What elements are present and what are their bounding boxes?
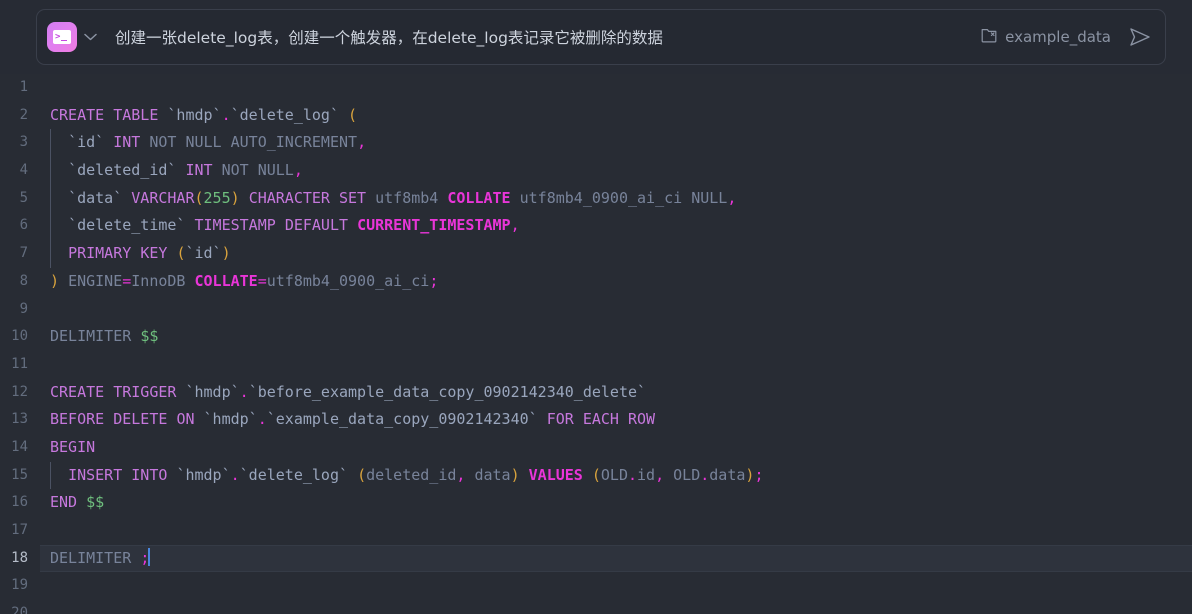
line-number: 19: [11, 577, 28, 594]
agent-selector[interactable]: [47, 22, 101, 52]
code-line[interactable]: CREATE TABLE `hmdp`.`delete_log` (: [40, 102, 1192, 130]
prompt-text[interactable]: 创建一张delete_log表，创建一个触发器，在delete_log表记录它被…: [115, 26, 981, 48]
code-line[interactable]: BEFORE DELETE ON `hmdp`.`example_data_co…: [40, 406, 1192, 434]
code-line[interactable]: END $$: [40, 489, 1192, 517]
prompt-bar: 创建一张delete_log表，创建一个触发器，在delete_log表记录它被…: [0, 0, 1192, 74]
send-button[interactable]: [1127, 24, 1153, 50]
line-number: 8: [19, 272, 28, 289]
code-line[interactable]: `id` INT NOT NULL AUTO_INCREMENT,: [40, 129, 1192, 157]
line-number: 13: [11, 411, 28, 428]
line-number: 10: [11, 328, 28, 345]
line-number: 20: [11, 605, 28, 614]
code-area[interactable]: CREATE TABLE `hmdp`.`delete_log` ( `id` …: [40, 74, 1192, 614]
code-line[interactable]: DELIMITER $$: [40, 323, 1192, 351]
line-number: 11: [11, 355, 28, 372]
code-line[interactable]: CREATE TRIGGER `hmdp`.`before_example_da…: [40, 379, 1192, 407]
table-context-icon: [981, 27, 998, 48]
line-number: 3: [19, 134, 28, 151]
line-number-gutter: 1 2 3 4 5 6 7 8 9 10 11 12 13 14 15 16 17 18 19 20: [0, 74, 40, 614]
code-line[interactable]: [40, 572, 1192, 600]
line-number: 14: [11, 438, 28, 455]
code-line[interactable]: [40, 296, 1192, 324]
context-label: example_data: [1005, 28, 1111, 46]
line-number: 12: [11, 383, 28, 400]
line-number: 9: [19, 300, 28, 317]
prompt-input-box[interactable]: 创建一张delete_log表，创建一个触发器，在delete_log表记录它被…: [36, 9, 1166, 65]
code-line[interactable]: BEGIN: [40, 434, 1192, 462]
code-line[interactable]: [40, 351, 1192, 379]
code-line[interactable]: ) ENGINE=InnoDB COLLATE=utf8mb4_0900_ai_…: [40, 268, 1192, 296]
code-line[interactable]: PRIMARY KEY (`id`): [40, 240, 1192, 268]
code-line[interactable]: `delete_time` TIMESTAMP DEFAULT CURRENT_…: [40, 212, 1192, 240]
line-number: 1: [19, 79, 28, 95]
line-number: 6: [19, 217, 28, 234]
send-icon: [1130, 28, 1150, 46]
code-line[interactable]: DELIMITER ;: [40, 544, 1192, 573]
code-line[interactable]: `deleted_id` INT NOT NULL,: [40, 157, 1192, 185]
line-number: 2: [19, 106, 28, 123]
code-line[interactable]: `data` VARCHAR(255) CHARACTER SET utf8mb…: [40, 184, 1192, 213]
line-number: 17: [11, 522, 28, 538]
chevron-down-icon[interactable]: [79, 26, 101, 48]
line-number: 16: [11, 494, 28, 511]
code-line[interactable]: [40, 74, 1192, 102]
code-line[interactable]: [40, 600, 1192, 614]
line-number: 18: [11, 549, 28, 566]
line-number: 7: [19, 245, 28, 262]
sql-editor[interactable]: 1 2 3 4 5 6 7 8 9 10 11 12 13 14 15 16 17 18 19 20 CREATE T…: [0, 74, 1192, 614]
code-line[interactable]: [40, 517, 1192, 545]
code-line[interactable]: INSERT INTO `hmdp`.`delete_log` (deleted…: [40, 461, 1192, 490]
line-number: 5: [19, 189, 28, 206]
line-number: 4: [19, 162, 28, 179]
line-number: 15: [11, 466, 28, 483]
context-chip[interactable]: example_data: [981, 27, 1111, 48]
terminal-icon: [47, 22, 77, 52]
text-caret: [148, 547, 151, 566]
